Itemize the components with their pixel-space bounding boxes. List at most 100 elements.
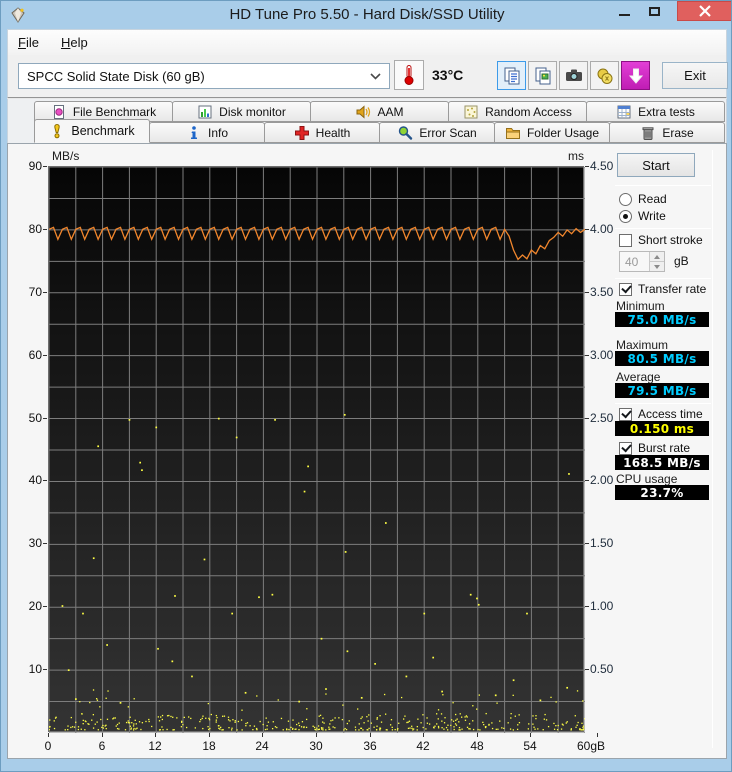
tab-error-scan[interactable]: Error Scan — [379, 122, 495, 143]
x-tick: 24 — [242, 733, 282, 753]
random-access-icon — [464, 105, 478, 118]
short-stroke-row[interactable]: Short stroke — [619, 233, 703, 247]
tab-info[interactable]: Info — [149, 122, 265, 143]
tab-label: Error Scan — [419, 125, 477, 140]
y-right-axis-unit: ms — [568, 149, 584, 163]
tab-benchmark[interactable]: Benchmark — [34, 119, 150, 143]
read-radio[interactable] — [619, 192, 632, 206]
maximize-button[interactable] — [641, 1, 667, 21]
extra-tests-icon — [617, 105, 631, 118]
chart-plot-area — [48, 166, 586, 734]
tab-label: Random Access — [485, 104, 572, 119]
tab-extra-tests[interactable]: Extra tests — [586, 101, 725, 122]
minimize-button[interactable] — [611, 1, 637, 21]
screenshot-button[interactable] — [559, 61, 588, 90]
read-radio-row[interactable]: Read — [619, 192, 667, 206]
tab-disk-monitor[interactable]: Disk monitor — [172, 101, 311, 122]
tab-row-primary: Benchmark Info Health Error Scan Folder … — [34, 119, 725, 143]
trash-icon — [642, 126, 654, 140]
write-label: Write — [638, 209, 666, 223]
spinner-arrows[interactable] — [649, 252, 664, 271]
minimize-icon — [618, 14, 630, 16]
temperature-button[interactable] — [394, 60, 424, 90]
access-time-value: 0.150 ms — [615, 421, 709, 436]
y-right-tick: 1.50 — [585, 536, 630, 550]
folder-icon — [505, 127, 520, 139]
cpu-usage-label: CPU usage — [616, 472, 678, 486]
y-right-tick: 0.50 — [585, 662, 630, 676]
spinner-up-button[interactable] — [650, 252, 664, 261]
drive-select-dropdown[interactable]: SPCC Solid State Disk (60 gB) — [18, 63, 390, 89]
y-left-tick: 10 — [8, 662, 47, 676]
transfer-rate-checkbox[interactable] — [619, 282, 632, 296]
capacity-spinner[interactable]: 40 — [619, 251, 665, 272]
tab-label: File Benchmark — [72, 104, 157, 119]
close-button[interactable] — [677, 1, 731, 21]
menu-help[interactable]: Help — [61, 35, 88, 50]
y-left-tick: 30 — [8, 536, 47, 550]
copy-text-icon — [504, 67, 519, 84]
copy-image-icon — [535, 67, 550, 84]
thermometer-icon — [404, 65, 414, 85]
menu-file[interactable]: File — [18, 35, 39, 50]
y-left-tick: 80 — [8, 222, 47, 236]
file-benchmark-icon — [53, 104, 64, 119]
toolbar: SPCC Solid State Disk (60 gB) 33°C Exit — [7, 55, 728, 99]
access-time-checkbox[interactable] — [619, 407, 632, 421]
transfer-rate-row[interactable]: Transfer rate — [619, 282, 706, 296]
tab-random-access[interactable]: Random Access — [448, 101, 587, 122]
start-button[interactable]: Start — [617, 153, 695, 177]
maximum-label: Maximum — [616, 338, 669, 352]
close-icon — [699, 5, 711, 17]
x-tick: 48 — [457, 733, 497, 753]
access-time-label: Access time — [638, 407, 703, 421]
x-tick: 42 — [403, 733, 443, 753]
temperature-value: 33°C — [432, 67, 464, 83]
write-radio-row[interactable]: Write — [619, 209, 666, 223]
chevron-down-icon — [370, 72, 381, 80]
burst-rate-row[interactable]: Burst rate — [619, 441, 690, 455]
x-tick: 36 — [350, 733, 390, 753]
tab-health[interactable]: Health — [264, 122, 380, 143]
x-tick: 30 — [296, 733, 336, 753]
tab-aam[interactable]: AAM — [310, 101, 449, 122]
register-button[interactable] — [590, 61, 619, 90]
x-tick: 6 — [82, 733, 122, 753]
copy-text-button[interactable] — [497, 61, 526, 90]
capacity-value: 40 — [625, 254, 639, 269]
titlebar: HD Tune Pro 5.50 - Hard Disk/SSD Utility — [1, 1, 731, 29]
save-results-button[interactable] — [621, 61, 650, 90]
write-radio[interactable] — [619, 209, 632, 223]
menubar: File Help — [7, 29, 727, 55]
capacity-unit: gB — [674, 254, 689, 268]
exit-button[interactable]: Exit — [662, 62, 728, 89]
start-label: Start — [642, 157, 670, 173]
tab-erase[interactable]: Erase — [609, 122, 725, 143]
x-tick: 60gB — [577, 733, 617, 753]
panel-divider — [712, 150, 713, 748]
access-time-row[interactable]: Access time — [619, 407, 703, 421]
copy-image-button[interactable] — [528, 61, 557, 90]
tab-label: Folder Usage — [526, 125, 600, 140]
average-value: 79.5 MB/s — [615, 383, 709, 398]
y-left-tick: 50 — [8, 411, 47, 425]
tab-folder-usage[interactable]: Folder Usage — [494, 122, 610, 143]
spinner-down-button[interactable] — [650, 261, 664, 271]
magnifier-icon — [399, 125, 413, 140]
exit-label: Exit — [684, 68, 706, 83]
tab-label: Erase — [662, 125, 694, 140]
y-left-axis-unit: MB/s — [52, 149, 80, 163]
tab-label: Extra tests — [638, 104, 695, 119]
up-arrow-icon — [654, 254, 660, 259]
health-icon — [294, 125, 309, 140]
y-left-tick: 40 — [8, 473, 47, 487]
cpu-usage-value: 23.7% — [615, 485, 709, 500]
burst-rate-label: Burst rate — [638, 441, 691, 455]
app-window: HD Tune Pro 5.50 - Hard Disk/SSD Utility… — [0, 0, 732, 772]
coins-icon — [597, 68, 612, 84]
burst-rate-checkbox[interactable] — [619, 441, 632, 455]
x-tick: 0 — [28, 733, 68, 753]
tab-label: Disk monitor — [219, 104, 286, 119]
read-label: Read — [638, 192, 667, 206]
short-stroke-checkbox[interactable] — [619, 233, 632, 247]
